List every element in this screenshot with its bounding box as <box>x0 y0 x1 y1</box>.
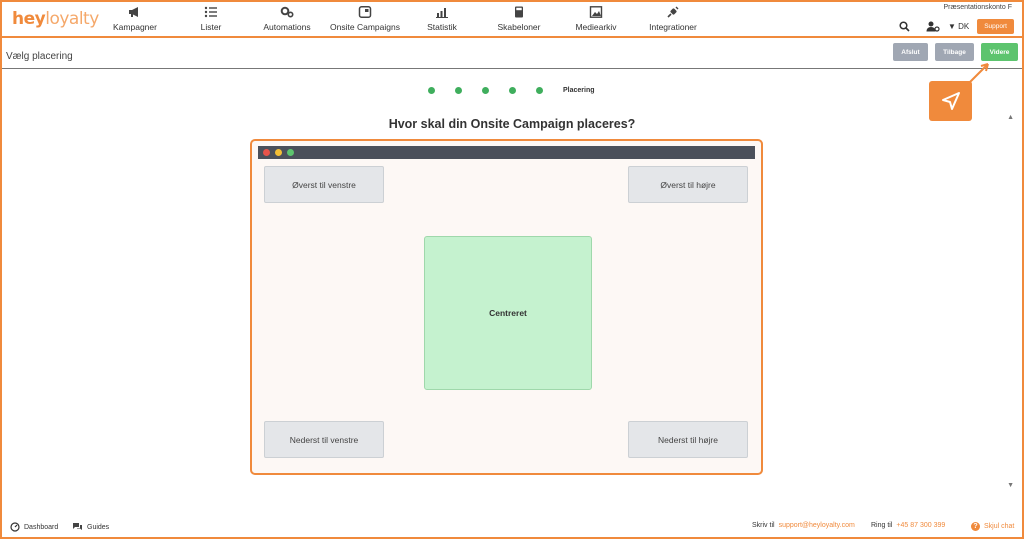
hide-chat-button[interactable]: ? Skjul chat <box>971 522 1014 531</box>
placement-bottom-left[interactable]: Nederst til venstre <box>264 421 384 458</box>
caret-down-icon: ▼ <box>947 21 956 31</box>
step-dot <box>509 87 516 94</box>
support-button[interactable]: Support <box>977 18 1014 34</box>
heyloyalty-logo[interactable]: heyloyalty <box>12 9 99 29</box>
placement-bottom-right[interactable]: Nederst til højre <box>628 421 748 458</box>
tutorial-callout <box>929 81 972 121</box>
subheader: Vælg placering Afslut Tilbage Videre <box>2 38 1022 69</box>
footer-guides-link[interactable]: Guides <box>72 522 109 532</box>
chart-icon <box>436 8 448 18</box>
wizard-progress: Placering <box>428 87 595 94</box>
chat-bubbles-icon <box>73 523 82 530</box>
step-dot <box>455 87 462 94</box>
language-selector[interactable]: ▼ DK <box>948 22 969 31</box>
cancel-button[interactable]: Afslut <box>893 43 928 61</box>
footer: Dashboard Guides Skriv til support@heylo… <box>2 518 1022 538</box>
gears-icon <box>280 6 294 18</box>
scroll-down-arrow-icon[interactable]: ▼ <box>1007 482 1014 489</box>
window-icon <box>358 6 372 18</box>
user-settings-icon[interactable] <box>926 21 940 32</box>
help-icon: ? <box>971 522 980 531</box>
dashboard-gauge-icon <box>10 522 20 532</box>
step-dot-current <box>536 87 543 94</box>
support-email-link[interactable]: support@heyloyalty.com <box>779 522 855 529</box>
back-button[interactable]: Tilbage <box>935 43 974 61</box>
cursor-arrow-icon <box>941 92 960 110</box>
footer-email: Skriv til support@heyloyalty.com <box>752 522 855 529</box>
scroll-up-arrow-icon[interactable]: ▲ <box>1007 114 1014 121</box>
placement-top-right[interactable]: Øverst til højre <box>628 166 748 203</box>
placement-preview: Øverst til venstre Øverst til højre Cent… <box>250 139 763 475</box>
close-dot-icon <box>263 149 270 156</box>
calculator-icon <box>515 6 523 18</box>
list-icon <box>204 6 217 18</box>
nav-item-integrationer[interactable]: Integrationer <box>628 5 718 32</box>
account-name[interactable]: Præsentationskonto F <box>944 4 1012 11</box>
search-icon[interactable] <box>899 20 910 32</box>
step-dot <box>428 87 435 94</box>
maximize-dot-icon <box>287 149 294 156</box>
step-dot <box>482 87 489 94</box>
placement-center[interactable]: Centreret <box>424 236 592 390</box>
wizard-heading: Hvor skal din Onsite Campaign placeres? <box>388 117 636 131</box>
top-navigation: heyloyalty Kampagner Lister Automations … <box>2 2 1022 38</box>
megaphone-icon <box>129 7 138 17</box>
nav-item-automations[interactable]: Automations <box>242 5 332 32</box>
next-button[interactable]: Videre <box>981 43 1018 61</box>
browser-titlebar <box>258 146 755 159</box>
image-icon <box>589 6 603 18</box>
footer-phone: Ring til +45 87 300 399 <box>871 522 946 529</box>
placement-top-left[interactable]: Øverst til venstre <box>264 166 384 203</box>
minimize-dot-icon <box>275 149 282 156</box>
page-title: Vælg placering <box>6 51 73 62</box>
footer-dashboard-link[interactable]: Dashboard <box>10 522 58 532</box>
current-step-label: Placering <box>563 87 595 94</box>
support-phone-link[interactable]: +45 87 300 399 <box>896 522 945 529</box>
plug-icon <box>667 6 679 18</box>
